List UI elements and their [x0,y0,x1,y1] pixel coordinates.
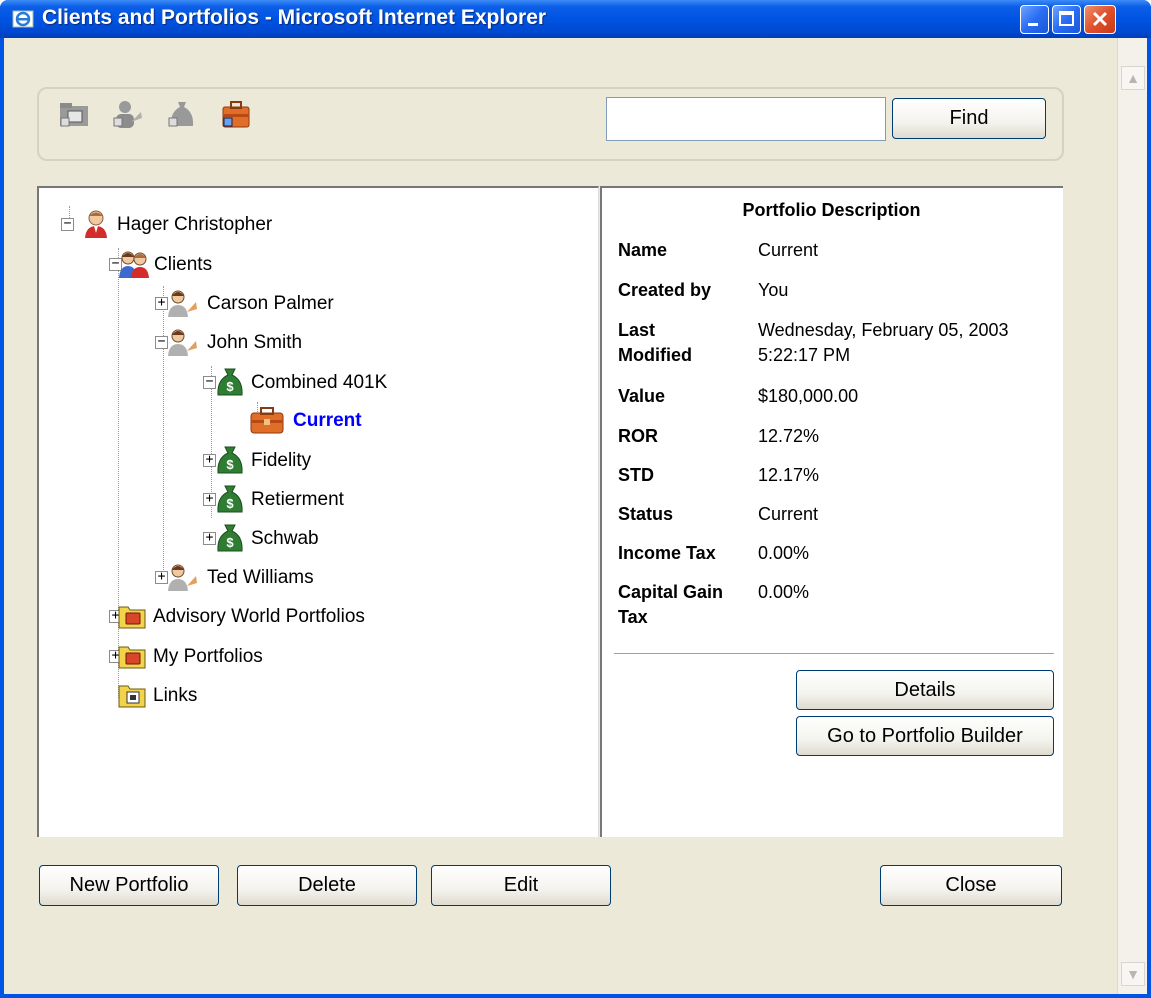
client-icon [168,564,197,591]
moneybag-icon: $ [217,485,243,513]
property-value: Current [758,504,819,524]
search-input[interactable] [606,97,886,141]
tree-node-label[interactable]: Advisory World Portfolios [153,606,365,628]
svg-text:$: $ [226,535,234,550]
separator [614,653,1054,654]
portfolio-folder-icon [118,606,146,629]
property-label: Created by [618,280,712,300]
minimize-button[interactable] [1020,5,1049,34]
svg-text:$: $ [226,496,234,511]
property-label: Status [618,504,674,524]
tree-node-label[interactable]: Retierment [251,489,344,511]
description-title: Portfolio Description [742,200,921,220]
page-content: ▲ ▼ Find − Hager Christopher − Clients +… [4,38,1147,994]
tree-node-label[interactable]: Clients [154,254,212,276]
title-bar[interactable]: Clients and Portfolios - Microsoft Inter… [0,0,1151,38]
moneybag-icon: $ [217,524,243,552]
tree-node-label[interactable]: John Smith [207,332,302,354]
tree-node-label[interactable]: Combined 401K [251,372,387,394]
window-title: Clients and Portfolios - Microsoft Inter… [42,6,547,29]
moneybag-icon: $ [217,446,243,474]
close-icon [1092,11,1108,27]
briefcase-icon[interactable] [220,98,252,130]
edit-button[interactable]: Edit [431,865,611,906]
close-window-button[interactable] [1084,5,1116,34]
property-value: Wednesday, February 05, 2003 5:22:17 PM [758,320,1009,365]
delete-button[interactable]: Delete [237,865,417,906]
find-button[interactable]: Find [892,98,1046,139]
folder-icon[interactable] [58,98,90,130]
moneybag-icon: $ [217,368,243,396]
scroll-down-icon[interactable]: ▼ [1121,962,1145,986]
property-value: 0.00% [758,543,810,563]
clients-group-icon [119,251,149,278]
details-button[interactable]: Details [796,670,1054,710]
browser-window: Clients and Portfolios - Microsoft Inter… [0,0,1151,998]
property-label: Last Modified [618,320,692,365]
tree-node-label[interactable]: Current [293,410,362,432]
internet-explorer-icon [12,10,34,28]
tree-node-label[interactable]: Carson Palmer [207,293,334,315]
tree-node-label[interactable]: Ted Williams [207,567,314,589]
client-icon [168,290,197,317]
vertical-scrollbar[interactable]: ▲ ▼ [1117,38,1147,994]
maximize-button[interactable] [1052,5,1081,34]
minimize-icon [1028,23,1038,26]
person-icon[interactable] [111,98,143,130]
scroll-up-icon[interactable]: ▲ [1121,66,1145,90]
svg-text:$: $ [226,457,234,472]
property-value: $180,000.00 [758,386,859,406]
property-value: Current [758,240,819,260]
client-icon [168,329,197,356]
collapse-icon[interactable]: − [61,217,74,231]
advisor-icon [85,210,107,238]
property-value: You [758,280,789,300]
portfolio-builder-button[interactable]: Go to Portfolio Builder [796,716,1054,756]
property-value: 12.72% [758,426,820,446]
property-label: ROR [618,426,658,446]
tree-node-label[interactable]: Hager Christopher [117,214,272,236]
property-label: Income Tax [618,543,716,563]
property-value: 0.00% [758,582,810,602]
property-label: Value [618,386,666,406]
property-label: Name [618,240,668,260]
tree-node-label[interactable]: My Portfolios [153,646,263,668]
briefcase-icon [250,407,284,434]
property-value: 12.17% [758,465,820,485]
new-portfolio-button[interactable]: New Portfolio [39,865,219,906]
maximize-icon [1059,11,1074,26]
links-folder-icon [118,685,146,708]
portfolio-description-panel: Portfolio Description Name Current Creat… [600,186,1063,837]
portfolio-tree: − Hager Christopher − Clients + Carson P… [37,186,599,837]
property-label: Capital Gain Tax [618,582,724,627]
property-label: STD [618,465,654,485]
portfolio-folder-icon [118,646,146,669]
tree-node-label[interactable]: Schwab [251,528,319,550]
tree-node-label[interactable]: Fidelity [251,450,311,472]
close-button[interactable]: Close [880,865,1062,906]
svg-text:$: $ [226,379,234,394]
moneybag-icon[interactable] [166,98,198,130]
tree-node-label[interactable]: Links [153,685,197,707]
